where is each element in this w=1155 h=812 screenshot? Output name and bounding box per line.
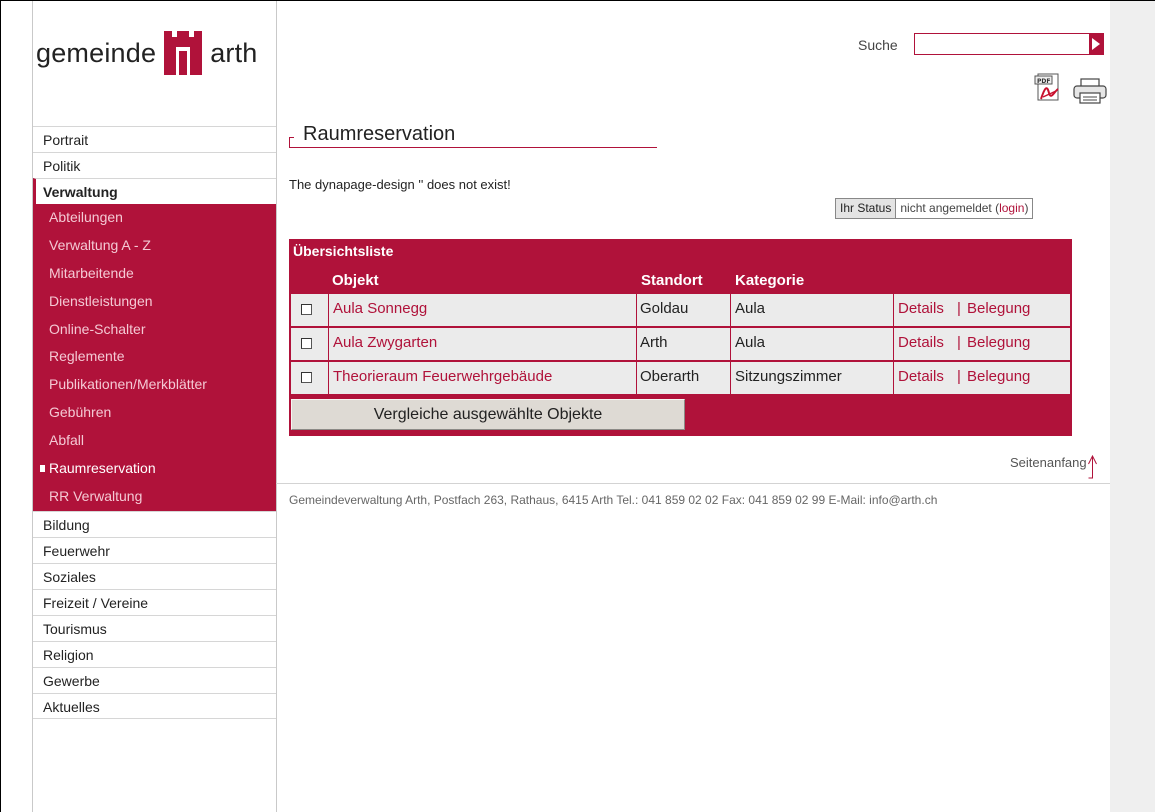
object-name-link[interactable]: Aula Zwygarten (333, 328, 437, 360)
details-link[interactable]: Details (898, 362, 944, 394)
category-cell: Aula (735, 334, 766, 351)
right-gutter (1110, 1, 1155, 812)
location-cell: Arth (640, 334, 668, 351)
column-divider (730, 328, 731, 360)
status-close-paren: ) (1024, 201, 1029, 215)
logo-word-gemeinde: gemeinde (36, 38, 157, 68)
subnav-item-raumreservation-label: Raumreservation (49, 460, 156, 477)
arrow-right-icon (1092, 38, 1100, 50)
table-row: Aula Zwygarten Arth Aula Details | Beleg… (291, 328, 1070, 360)
row-checkbox[interactable] (301, 372, 312, 383)
nav-item-bildung[interactable]: Bildung (33, 510, 276, 537)
search-input[interactable] (914, 33, 1104, 55)
subnav-item-abfall[interactable]: Abfall (33, 427, 276, 455)
status-text: nicht angemeldet ( (900, 201, 1000, 215)
compare-selected-button[interactable]: Vergleiche ausgewählte Objekte (291, 399, 685, 430)
details-link[interactable]: Details (898, 328, 944, 360)
column-divider (636, 362, 637, 394)
belegung-link[interactable]: Belegung (967, 362, 1030, 394)
column-divider (636, 294, 637, 326)
search-submit-button[interactable] (1089, 34, 1103, 54)
column-divider (636, 328, 637, 360)
title-corner-decoration (289, 137, 294, 147)
login-link[interactable]: login (999, 201, 1024, 215)
subnav-item-online-schalter[interactable]: Online-Schalter (33, 316, 276, 344)
column-divider (328, 294, 329, 326)
row-checkbox[interactable] (301, 338, 312, 349)
login-status: Ihr Status nicht angemeldet (login) (835, 198, 1034, 219)
subnav-item-raumreservation[interactable]: Raumreservation (33, 455, 276, 483)
link-separator: | (957, 368, 961, 385)
subnav-item-gebuehren[interactable]: Gebühren (33, 399, 276, 427)
location-cell: Oberarth (640, 368, 700, 385)
location-cell: Goldau (640, 300, 689, 317)
castle-logo-icon (164, 31, 203, 75)
table-row: Theorieraum Feuerwehrgebäude Oberarth Si… (291, 362, 1070, 394)
status-label: Ihr Status (836, 199, 897, 218)
subnav-item-reglemente[interactable]: Reglemente (33, 343, 276, 371)
pdf-icon[interactable]: PDF (1032, 73, 1064, 103)
error-message: The dynapage-design '' does not exist! (289, 177, 511, 192)
nav-item-politik[interactable]: Politik (33, 152, 276, 178)
belegung-link[interactable]: Belegung (967, 328, 1030, 360)
logo-word-arth: arth (210, 38, 258, 68)
subnav-item-publikationen[interactable]: Publikationen/Merkblätter (33, 371, 276, 399)
nav-item-portrait[interactable]: Portrait (33, 126, 276, 152)
table-row: Aula Sonnegg Goldau Aula Details | Beleg… (291, 294, 1070, 326)
object-name-link[interactable]: Aula Sonnegg (333, 294, 427, 326)
column-header-objekt: Objekt (332, 272, 379, 289)
object-name-link[interactable]: Theorieraum Feuerwehrgebäude (333, 362, 552, 394)
left-sidebar: gemeinde arth Portrait Politik Verwaltun… (32, 1, 277, 812)
back-to-top-label: Seitenanfang (1010, 455, 1087, 470)
current-page-bullet-icon (40, 464, 45, 472)
nav-item-tourismus[interactable]: Tourismus (33, 614, 276, 641)
subnav-item-dienstleistungen[interactable]: Dienstleistungen (33, 288, 276, 316)
nav-item-gewerbe[interactable]: Gewerbe (33, 666, 276, 693)
nav-item-soziales[interactable]: Soziales (33, 562, 276, 589)
back-to-top-link[interactable]: Seitenanfang (1010, 455, 1097, 481)
column-divider (893, 328, 894, 360)
link-separator: | (957, 334, 961, 351)
footer-contact: Gemeindeverwaltung Arth, Postfach 263, R… (289, 493, 938, 507)
column-header-standort: Standort (641, 272, 703, 289)
subnav-item-abteilungen[interactable]: Abteilungen (33, 204, 276, 232)
list-title: Übersichtsliste (293, 243, 394, 259)
column-header-kategorie: Kategorie (735, 272, 805, 289)
column-divider (893, 362, 894, 394)
link-separator: | (957, 300, 961, 317)
search-label: Suche (858, 37, 898, 53)
column-divider (730, 362, 731, 394)
column-divider (328, 362, 329, 394)
site-logo[interactable]: gemeinde arth (36, 25, 258, 75)
row-checkbox[interactable] (301, 304, 312, 315)
subnav-verwaltung: Abteilungen Verwaltung A - Z Mitarbeiten… (33, 204, 276, 511)
subnav-item-verwaltung-a-z[interactable]: Verwaltung A - Z (33, 232, 276, 260)
nav-item-freizeit-vereine[interactable]: Freizeit / Vereine (33, 588, 276, 615)
nav-item-verwaltung[interactable]: Verwaltung (33, 178, 276, 204)
printer-icon[interactable] (1072, 78, 1108, 104)
footer-divider (276, 483, 1110, 484)
subnav-item-mitarbeitende[interactable]: Mitarbeitende (33, 260, 276, 288)
overview-list: Übersichtsliste Objekt Standort Kategori… (289, 239, 1072, 436)
status-value: nicht angemeldet (login) (896, 199, 1032, 218)
belegung-link[interactable]: Belegung (967, 294, 1030, 326)
nav-item-aktuelles[interactable]: Aktuelles (33, 692, 276, 719)
column-divider (893, 294, 894, 326)
nav-item-feuerwehr[interactable]: Feuerwehr (33, 536, 276, 563)
category-cell: Aula (735, 300, 766, 317)
window-frame-left (0, 0, 1, 812)
arrow-up-icon (1087, 455, 1097, 479)
details-link[interactable]: Details (898, 294, 944, 326)
svg-text:PDF: PDF (1037, 78, 1050, 85)
page-title: Raumreservation (303, 123, 456, 145)
main-navigation: Portrait Politik Verwaltung Abteilungen … (33, 126, 276, 719)
column-divider (730, 294, 731, 326)
category-cell: Sitzungszimmer (735, 368, 842, 385)
subnav-item-rr-verwaltung[interactable]: RR Verwaltung (33, 483, 276, 511)
page-title-bar: Raumreservation (289, 123, 657, 148)
nav-item-religion[interactable]: Religion (33, 640, 276, 667)
column-divider (328, 328, 329, 360)
